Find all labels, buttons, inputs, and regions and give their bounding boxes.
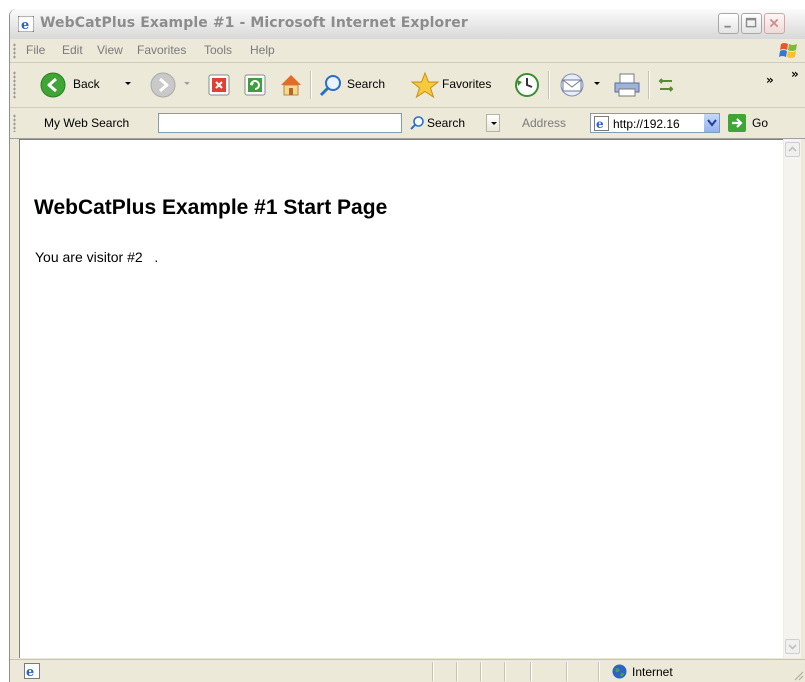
search-toolbar-button[interactable]: Search xyxy=(316,69,406,101)
toolbar-separator xyxy=(648,71,650,99)
svg-text:e: e xyxy=(21,18,29,32)
magnifier-icon xyxy=(319,75,341,97)
standard-toolbar: Back Search Favorites » » xyxy=(10,63,805,108)
address-dropdown-button[interactable] xyxy=(703,114,719,132)
window-title: WebCatPlus Example #1 - Microsoft Intern… xyxy=(40,15,468,31)
minimize-button[interactable] xyxy=(718,13,739,34)
menu-tools[interactable]: Tools xyxy=(204,43,232,57)
back-label: Back xyxy=(73,77,100,91)
address-url: http://192.16 xyxy=(613,117,680,131)
maximize-icon xyxy=(745,17,757,28)
history-icon xyxy=(515,73,539,97)
address-bar: My Web Search Search Address e http://19… xyxy=(10,108,805,139)
mail-dropdown-icon[interactable] xyxy=(594,82,600,85)
messenger-icon xyxy=(658,78,674,92)
favorites-label: Favorites xyxy=(442,77,492,91)
forward-button[interactable] xyxy=(146,69,196,101)
address-input[interactable]: e http://192.16 xyxy=(590,113,720,133)
stop-button[interactable] xyxy=(206,69,234,101)
status-divider xyxy=(530,662,532,681)
menu-favorites[interactable]: Favorites xyxy=(137,43,186,57)
maximize-button[interactable] xyxy=(741,13,762,34)
chevron-down-icon xyxy=(491,122,497,125)
go-arrow-icon xyxy=(728,114,746,132)
svg-text:e: e xyxy=(26,665,34,679)
print-button[interactable] xyxy=(610,69,644,101)
vertical-scrollbar[interactable] xyxy=(783,139,801,658)
toolbar-chevron-icon[interactable]: » xyxy=(766,73,774,87)
minimize-icon xyxy=(724,25,731,28)
menu-bar: File Edit View Favorites Tools Help xyxy=(10,39,805,63)
back-dropdown-icon[interactable] xyxy=(125,82,131,85)
menubar-chevron-icon[interactable]: » xyxy=(791,67,799,81)
globe-icon xyxy=(612,664,627,679)
status-divider xyxy=(480,662,482,681)
page-icon: e xyxy=(594,116,609,131)
addressbar-grip[interactable] xyxy=(13,114,16,132)
menu-edit[interactable]: Edit xyxy=(62,43,83,57)
status-divider xyxy=(456,662,458,681)
printer-icon xyxy=(614,73,640,97)
status-divider xyxy=(598,662,600,681)
back-arrow-icon xyxy=(40,72,66,98)
toolbar-separator xyxy=(548,71,550,99)
menu-file[interactable]: File xyxy=(26,43,45,57)
forward-arrow-icon xyxy=(150,72,176,98)
page-heading: WebCatPlus Example #1 Start Page xyxy=(34,196,388,219)
history-button[interactable] xyxy=(512,69,542,101)
ie-logo-icon: e xyxy=(18,16,34,32)
my-web-search-label: My Web Search xyxy=(44,116,130,130)
scroll-up-button[interactable] xyxy=(785,142,800,157)
svg-text:e: e xyxy=(596,117,604,131)
menu-help[interactable]: Help xyxy=(250,43,275,57)
scroll-down-button[interactable] xyxy=(785,639,800,654)
title-bar[interactable]: e WebCatPlus Example #1 - Microsoft Inte… xyxy=(10,9,805,40)
refresh-button[interactable] xyxy=(242,69,270,101)
close-button[interactable] xyxy=(764,13,785,34)
web-search-button-label: Search xyxy=(427,116,466,130)
messenger-button[interactable] xyxy=(654,69,678,101)
close-icon xyxy=(769,18,779,28)
mail-icon xyxy=(560,73,584,97)
status-bar: e Internet xyxy=(10,659,805,682)
browser-window: e WebCatPlus Example #1 - Microsoft Inte… xyxy=(9,9,805,682)
resize-grip-icon[interactable] xyxy=(792,669,804,681)
windows-logo-icon xyxy=(779,43,797,58)
web-search-input[interactable] xyxy=(158,113,402,133)
chevron-down-icon xyxy=(788,644,797,650)
toolbar-separator xyxy=(310,71,312,99)
security-zone: Internet xyxy=(632,665,673,679)
chevron-up-icon xyxy=(788,146,797,152)
menubar-grip[interactable] xyxy=(13,43,16,59)
favorites-button[interactable]: Favorites xyxy=(408,69,508,101)
status-divider xyxy=(504,662,506,681)
search-icon xyxy=(410,116,424,130)
menu-view[interactable]: View xyxy=(97,43,123,57)
chevron-down-icon xyxy=(707,119,717,127)
forward-dropdown-icon[interactable] xyxy=(184,82,190,85)
stop-icon xyxy=(208,74,230,96)
toolbar-grip[interactable] xyxy=(13,71,16,99)
back-button[interactable]: Back xyxy=(36,69,136,101)
web-search-dropdown[interactable] xyxy=(486,114,500,132)
favorites-star-icon xyxy=(410,71,440,99)
go-button[interactable]: Go xyxy=(726,114,786,132)
status-divider xyxy=(432,662,434,681)
address-label: Address xyxy=(522,116,567,130)
refresh-icon xyxy=(244,74,266,96)
go-label: Go xyxy=(752,116,769,130)
home-icon xyxy=(281,75,301,96)
mail-button[interactable] xyxy=(556,69,606,101)
status-divider xyxy=(566,662,568,681)
home-button[interactable] xyxy=(276,69,306,101)
visitor-text: You are visitor #2 . xyxy=(35,249,159,265)
search-toolbar-label: Search xyxy=(347,77,386,91)
web-search-button[interactable]: Search xyxy=(407,114,479,132)
page-status-icon: e xyxy=(24,663,40,679)
